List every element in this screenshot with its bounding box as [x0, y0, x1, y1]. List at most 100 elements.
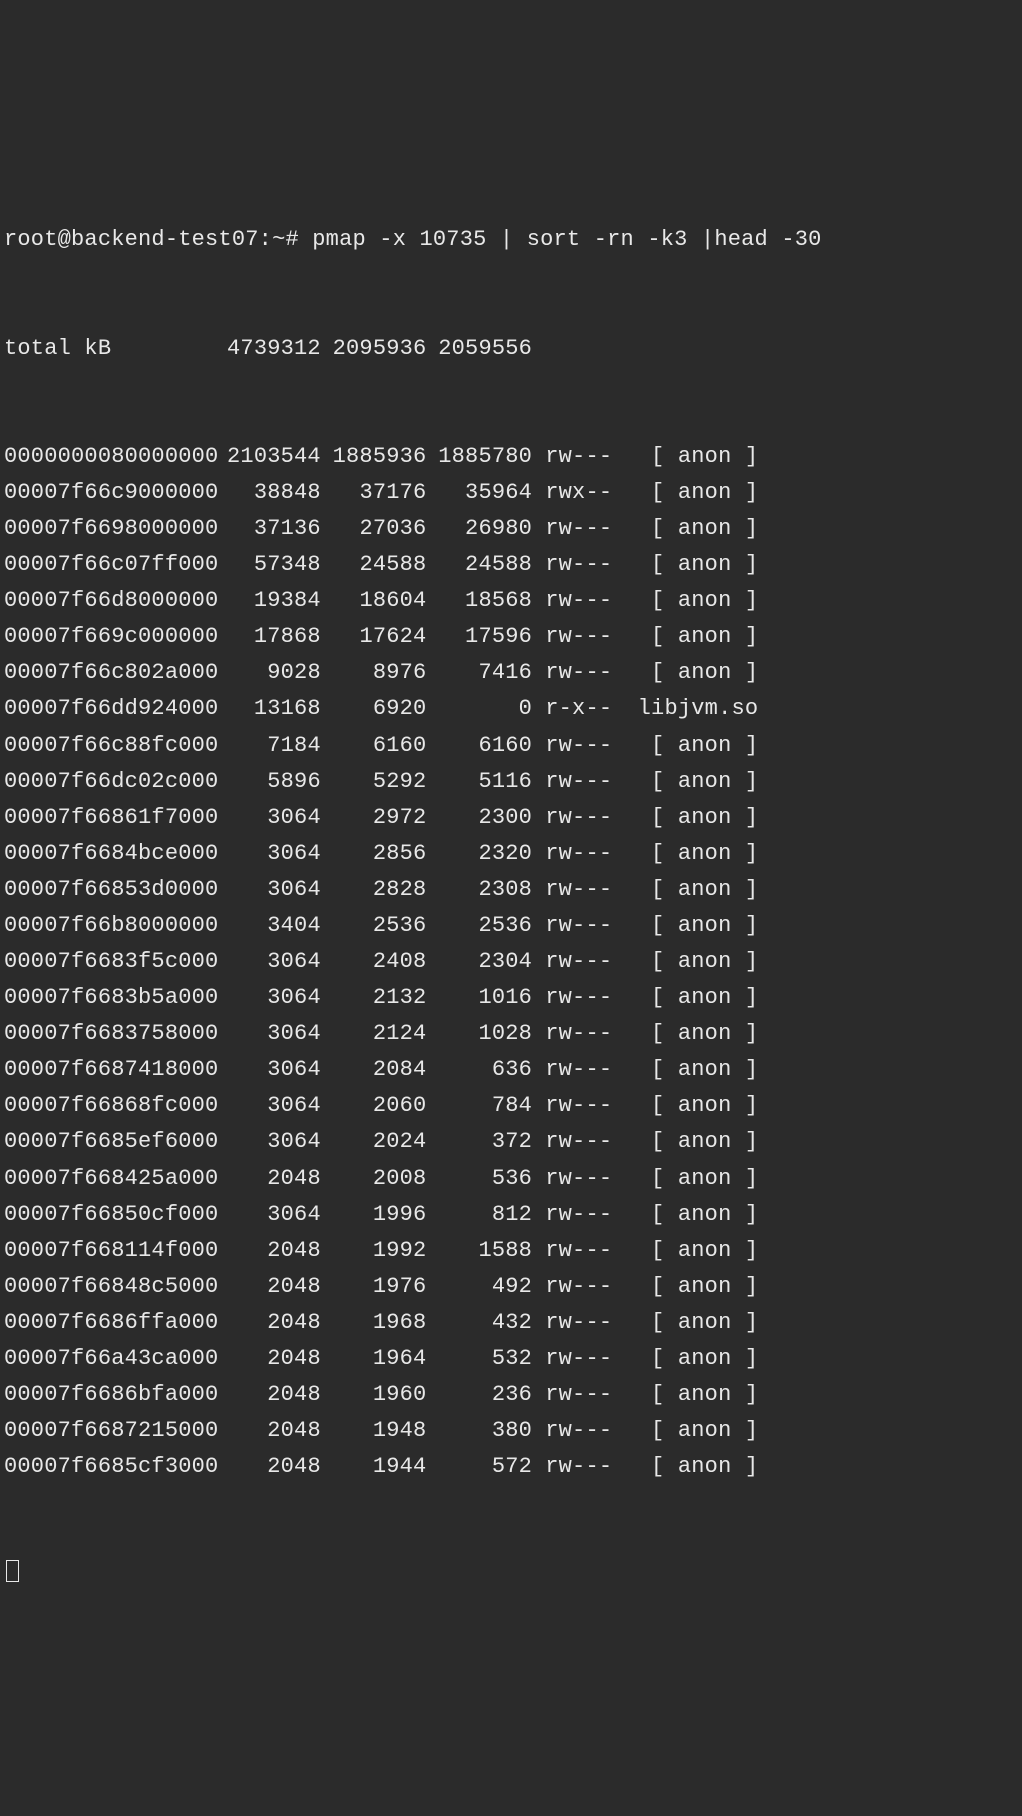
pmap-row: 00007f66861f7000306429722300rw--- [ anon… [4, 800, 1022, 836]
col-dirty: 492 [426, 1269, 532, 1305]
col-mode: rw--- [532, 583, 611, 619]
col-mode: rw--- [532, 439, 611, 475]
col-rss: 1964 [321, 1341, 427, 1377]
col-address: 00007f6686bfa000 [4, 1377, 215, 1413]
terminal-window[interactable]: root@backend-test07:~# pmap -x 10735 | s… [4, 150, 1022, 1629]
pmap-row: 00007f66dc02c000589652925116rw--- [ anon… [4, 764, 1022, 800]
pmap-row: 0000000080000000210354418859361885780rw-… [4, 439, 1022, 475]
col-mode: rw--- [532, 1052, 611, 1088]
col-address: 00007f66c802a000 [4, 655, 215, 691]
pmap-row: 00007f66a43ca00020481964532rw--- [ anon … [4, 1341, 1022, 1377]
total-label: total kB [4, 331, 215, 367]
col-rss: 37176 [321, 475, 427, 511]
col-kbytes: 3064 [215, 1088, 321, 1124]
col-mapping: [ anon ] [611, 583, 758, 619]
col-address: 00007f6683b5a000 [4, 980, 215, 1016]
col-dirty: 372 [426, 1124, 532, 1160]
col-address: 00007f66d8000000 [4, 583, 215, 619]
col-kbytes: 3064 [215, 1016, 321, 1052]
col-dirty: 572 [426, 1449, 532, 1485]
col-rss: 2124 [321, 1016, 427, 1052]
pmap-row: 00007f66848c500020481976492rw--- [ anon … [4, 1269, 1022, 1305]
col-dirty: 1016 [426, 980, 532, 1016]
col-mapping: libjvm.so [611, 691, 758, 727]
col-kbytes: 2048 [215, 1377, 321, 1413]
col-address: 00007f66868fc000 [4, 1088, 215, 1124]
col-mapping: [ anon ] [611, 1052, 758, 1088]
col-mapping: [ anon ] [611, 619, 758, 655]
pmap-row: 00007f66b8000000340425362536rw--- [ anon… [4, 908, 1022, 944]
col-dirty: 35964 [426, 475, 532, 511]
col-mode: rw--- [532, 836, 611, 872]
pmap-row: 00007f6686ffa00020481968432rw--- [ anon … [4, 1305, 1022, 1341]
col-dirty: 532 [426, 1341, 532, 1377]
col-rss: 1996 [321, 1197, 427, 1233]
col-address: 00007f6683758000 [4, 1016, 215, 1052]
col-rss: 2008 [321, 1161, 427, 1197]
col-dirty: 2300 [426, 800, 532, 836]
col-mode: rw--- [532, 908, 611, 944]
col-mapping: [ anon ] [611, 1197, 758, 1233]
col-kbytes: 2048 [215, 1449, 321, 1485]
col-kbytes: 57348 [215, 547, 321, 583]
col-rss: 1885936 [321, 439, 427, 475]
col-mapping: [ anon ] [611, 1413, 758, 1449]
col-address: 00007f66b8000000 [4, 908, 215, 944]
col-address: 00007f668114f000 [4, 1233, 215, 1269]
col-kbytes: 3064 [215, 944, 321, 980]
total-row: total kB473931220959362059556 [4, 331, 1022, 367]
col-address: 00007f6687418000 [4, 1052, 215, 1088]
col-rss: 6920 [321, 691, 427, 727]
col-kbytes: 13168 [215, 691, 321, 727]
col-address: 00007f669c000000 [4, 619, 215, 655]
pmap-row: 00007f66c9000000388483717635964rwx-- [ a… [4, 475, 1022, 511]
col-mapping: [ anon ] [611, 1124, 758, 1160]
col-mapping: [ anon ] [611, 908, 758, 944]
col-kbytes: 2048 [215, 1341, 321, 1377]
col-address: 00007f66dd924000 [4, 691, 215, 727]
pmap-output-rows: 0000000080000000210354418859361885780rw-… [4, 439, 1022, 1485]
col-kbytes: 2103544 [215, 439, 321, 475]
col-dirty: 236 [426, 1377, 532, 1413]
col-address: 00007f66dc02c000 [4, 764, 215, 800]
col-address: 00007f66a43ca000 [4, 1341, 215, 1377]
col-address: 00007f6687215000 [4, 1413, 215, 1449]
col-mode: rw--- [532, 1269, 611, 1305]
pmap-row: 00007f66dd9240001316869200r-x--libjvm.so [4, 691, 1022, 727]
pmap-row: 00007f66d8000000193841860418568rw--- [ a… [4, 583, 1022, 619]
col-mode: rw--- [532, 1341, 611, 1377]
col-mode: rw--- [532, 800, 611, 836]
col-kbytes: 38848 [215, 475, 321, 511]
col-mapping: [ anon ] [611, 511, 758, 547]
col-mode: rw--- [532, 1197, 611, 1233]
col-mapping: [ anon ] [611, 1377, 758, 1413]
pmap-row: 00007f6685cf300020481944572rw--- [ anon … [4, 1449, 1022, 1485]
pmap-row: 00007f668721500020481948380rw--- [ anon … [4, 1413, 1022, 1449]
col-mode: rw--- [532, 728, 611, 764]
col-mapping: [ anon ] [611, 1233, 758, 1269]
pmap-row: 00007f6684bce000306428562320rw--- [ anon… [4, 836, 1022, 872]
total-dirty: 2059556 [426, 331, 532, 367]
command-prompt-line: root@backend-test07:~# pmap -x 10735 | s… [4, 222, 1022, 258]
col-address: 00007f6685ef6000 [4, 1124, 215, 1160]
col-dirty: 380 [426, 1413, 532, 1449]
pmap-row: 00007f6686bfa00020481960236rw--- [ anon … [4, 1377, 1022, 1413]
col-dirty: 2304 [426, 944, 532, 980]
pmap-row: 00007f66c88fc000718461606160rw--- [ anon… [4, 728, 1022, 764]
col-kbytes: 3064 [215, 872, 321, 908]
col-mode: rw--- [532, 1305, 611, 1341]
col-mode: rw--- [532, 1233, 611, 1269]
col-address: 00007f668425a000 [4, 1161, 215, 1197]
col-rss: 2536 [321, 908, 427, 944]
col-mapping: [ anon ] [611, 872, 758, 908]
col-rss: 5292 [321, 764, 427, 800]
pmap-row: 00007f66c802a000902889767416rw--- [ anon… [4, 655, 1022, 691]
col-dirty: 1028 [426, 1016, 532, 1052]
col-rss: 2408 [321, 944, 427, 980]
col-dirty: 432 [426, 1305, 532, 1341]
col-dirty: 18568 [426, 583, 532, 619]
col-rss: 24588 [321, 547, 427, 583]
pmap-row: 00007f669c000000178681762417596rw--- [ a… [4, 619, 1022, 655]
col-dirty: 5116 [426, 764, 532, 800]
col-dirty: 1588 [426, 1233, 532, 1269]
